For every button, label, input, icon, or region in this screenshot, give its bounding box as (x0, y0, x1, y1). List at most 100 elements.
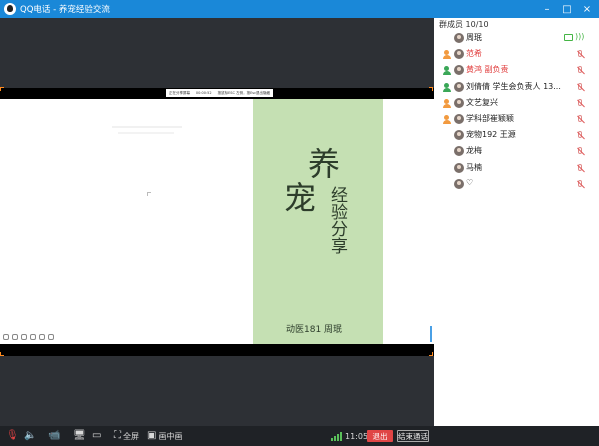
mic-muted-icon (576, 82, 584, 92)
admin-role-icon (443, 50, 451, 60)
view-icon[interactable] (48, 334, 54, 340)
avatar[interactable] (454, 65, 464, 76)
screen-share-bar: 正在分享屏幕 00:00:52 按鼠标ESC 左侧，按Esc退出隐藏 (166, 89, 273, 97)
member-name: 文艺复兴 (466, 97, 498, 107)
pip-icon: ▣ (147, 430, 157, 441)
avatar[interactable] (454, 33, 464, 43)
avatar[interactable] (454, 146, 464, 157)
avatar[interactable] (454, 178, 464, 189)
mic-muted-icon (576, 163, 584, 173)
member-row[interactable]: 范希 (434, 47, 599, 63)
share-corner-marker (429, 87, 433, 91)
slide-green-panel (253, 99, 383, 344)
window-controls: – □ × (537, 0, 597, 18)
share-corner-marker (429, 352, 433, 356)
fullscreen-button[interactable]: ⛶ 全屏 (114, 426, 139, 446)
faint-text-line (112, 126, 182, 128)
slide-title-char: 养 (308, 145, 341, 183)
member-row[interactable]: ♡ (434, 177, 599, 193)
speaker-icon: 🔈 (24, 430, 37, 441)
member-name: ♡ (466, 177, 474, 187)
call-toolbar: 🎙 🔈 📹 🖥 ▭ ⛶ 全屏 ▣ 画中画 11:05 退出 结束通话 (0, 426, 599, 446)
share-corner-marker (0, 352, 4, 356)
app-name: QQ电话 (20, 5, 51, 15)
mic-muted-icon (576, 115, 584, 124)
slide-tools (3, 334, 54, 340)
whiteboard-button[interactable]: ▭ (92, 426, 101, 446)
slide-scroll-indicator[interactable] (430, 326, 432, 342)
member-row[interactable]: 马楠 (434, 161, 599, 177)
maximize-icon[interactable]: □ (557, 0, 577, 18)
hand-icon[interactable] (30, 334, 36, 340)
member-row[interactable]: 学科部崔颖颖 (434, 112, 599, 128)
avatar[interactable] (454, 162, 464, 173)
title-separator: - (50, 5, 59, 15)
whiteboard-icon: ▭ (92, 430, 102, 441)
mouse-cursor-icon (147, 192, 151, 196)
member-row[interactable]: 宠物192 王源 (434, 128, 599, 144)
pip-label: 画中画 (158, 431, 183, 441)
member-count-header: 群成员 10/10 (439, 20, 489, 29)
member-name: 龙梅 (466, 146, 482, 156)
admin-role-icon (443, 98, 451, 108)
mic-muted-icon (576, 66, 584, 75)
avatar[interactable] (454, 49, 464, 60)
member-name: 宠物192 王源 (466, 130, 516, 140)
close-icon[interactable]: × (577, 0, 597, 18)
member-name: 黄鸿 副负责 (466, 65, 509, 75)
member-row[interactable]: 周珉))) (434, 31, 599, 47)
call-time: 11:05 (345, 431, 369, 441)
qq-logo-icon (4, 3, 16, 15)
zoom-icon[interactable] (39, 334, 45, 340)
slide-subtitle: 经验分享 (327, 186, 347, 254)
avatar[interactable] (454, 97, 464, 108)
minimize-icon[interactable]: – (537, 0, 557, 18)
member-row[interactable]: 龙梅 (434, 144, 599, 160)
fullscreen-label: 全屏 (123, 431, 139, 441)
speaker-button[interactable]: 🔈 (24, 426, 36, 446)
mic-muted-button[interactable]: 🎙 (6, 426, 19, 446)
member-row[interactable]: 文艺复兴 (434, 96, 599, 112)
owner-role-icon (443, 66, 451, 76)
microphone-off-icon: 🎙 (6, 430, 19, 441)
member-name: 学科部崔颖颖 (466, 114, 514, 123)
mic-muted-icon (576, 147, 584, 156)
picture-in-picture-button[interactable]: ▣ 画中画 (147, 426, 182, 446)
member-name: 马楠 (466, 162, 482, 172)
share-corner-marker (0, 87, 4, 91)
member-panel: 群成员 10/10 周珉))) 范希 黄鸿 副负责 刘倩倩 学生会负责人 13... 文… (434, 18, 599, 426)
share-screen-button[interactable]: 🖥 (73, 426, 86, 446)
screen-sharing-speaking-icon: ))) (564, 33, 584, 41)
share-bar-item: 正在分享屏幕 (168, 90, 190, 95)
owner-role-icon (443, 82, 451, 92)
share-bar-item: 按鼠标ESC 左侧，按Esc退出隐藏 (217, 90, 271, 95)
avatar[interactable] (454, 81, 464, 92)
member-name: 刘倩倩 学生会负责人 13... (466, 81, 561, 91)
end-call-button[interactable]: 结束通话 (397, 430, 429, 442)
group-name: 养宠经验交流 (58, 5, 110, 15)
avatar[interactable] (454, 114, 464, 124)
eraser-icon[interactable] (21, 334, 27, 340)
pointer-icon[interactable] (12, 334, 18, 340)
fullscreen-icon: ⛶ (114, 430, 121, 441)
mic-muted-icon (576, 131, 584, 140)
admin-role-icon (443, 115, 451, 124)
qq-call-window: QQ电话 - 养宠经验交流 – □ × 正在分享屏幕 00:00:52 按鼠标E… (0, 0, 599, 446)
mic-muted-icon (576, 98, 584, 108)
screen-share-icon (564, 33, 573, 41)
slide-presenter: 动医181 周珉 (286, 325, 343, 335)
volume-icon: ))) (575, 32, 585, 41)
faint-text-line (118, 132, 174, 134)
share-bar-item: 00:00:52 (195, 91, 212, 95)
exit-button[interactable]: 退出 (367, 430, 393, 442)
window-title: QQ电话 - 养宠经验交流 (20, 3, 110, 15)
member-row[interactable]: 刘倩倩 学生会负责人 13... (434, 80, 599, 96)
camera-off-button[interactable]: 📹 (48, 426, 60, 446)
member-row[interactable]: 黄鸿 副负责 (434, 63, 599, 79)
member-name: 周珉 (466, 33, 482, 42)
signal-strength-icon (331, 432, 342, 441)
mic-muted-icon (576, 179, 584, 189)
avatar[interactable] (454, 130, 464, 141)
pen-icon[interactable] (3, 334, 9, 340)
mic-muted-icon (576, 50, 584, 59)
